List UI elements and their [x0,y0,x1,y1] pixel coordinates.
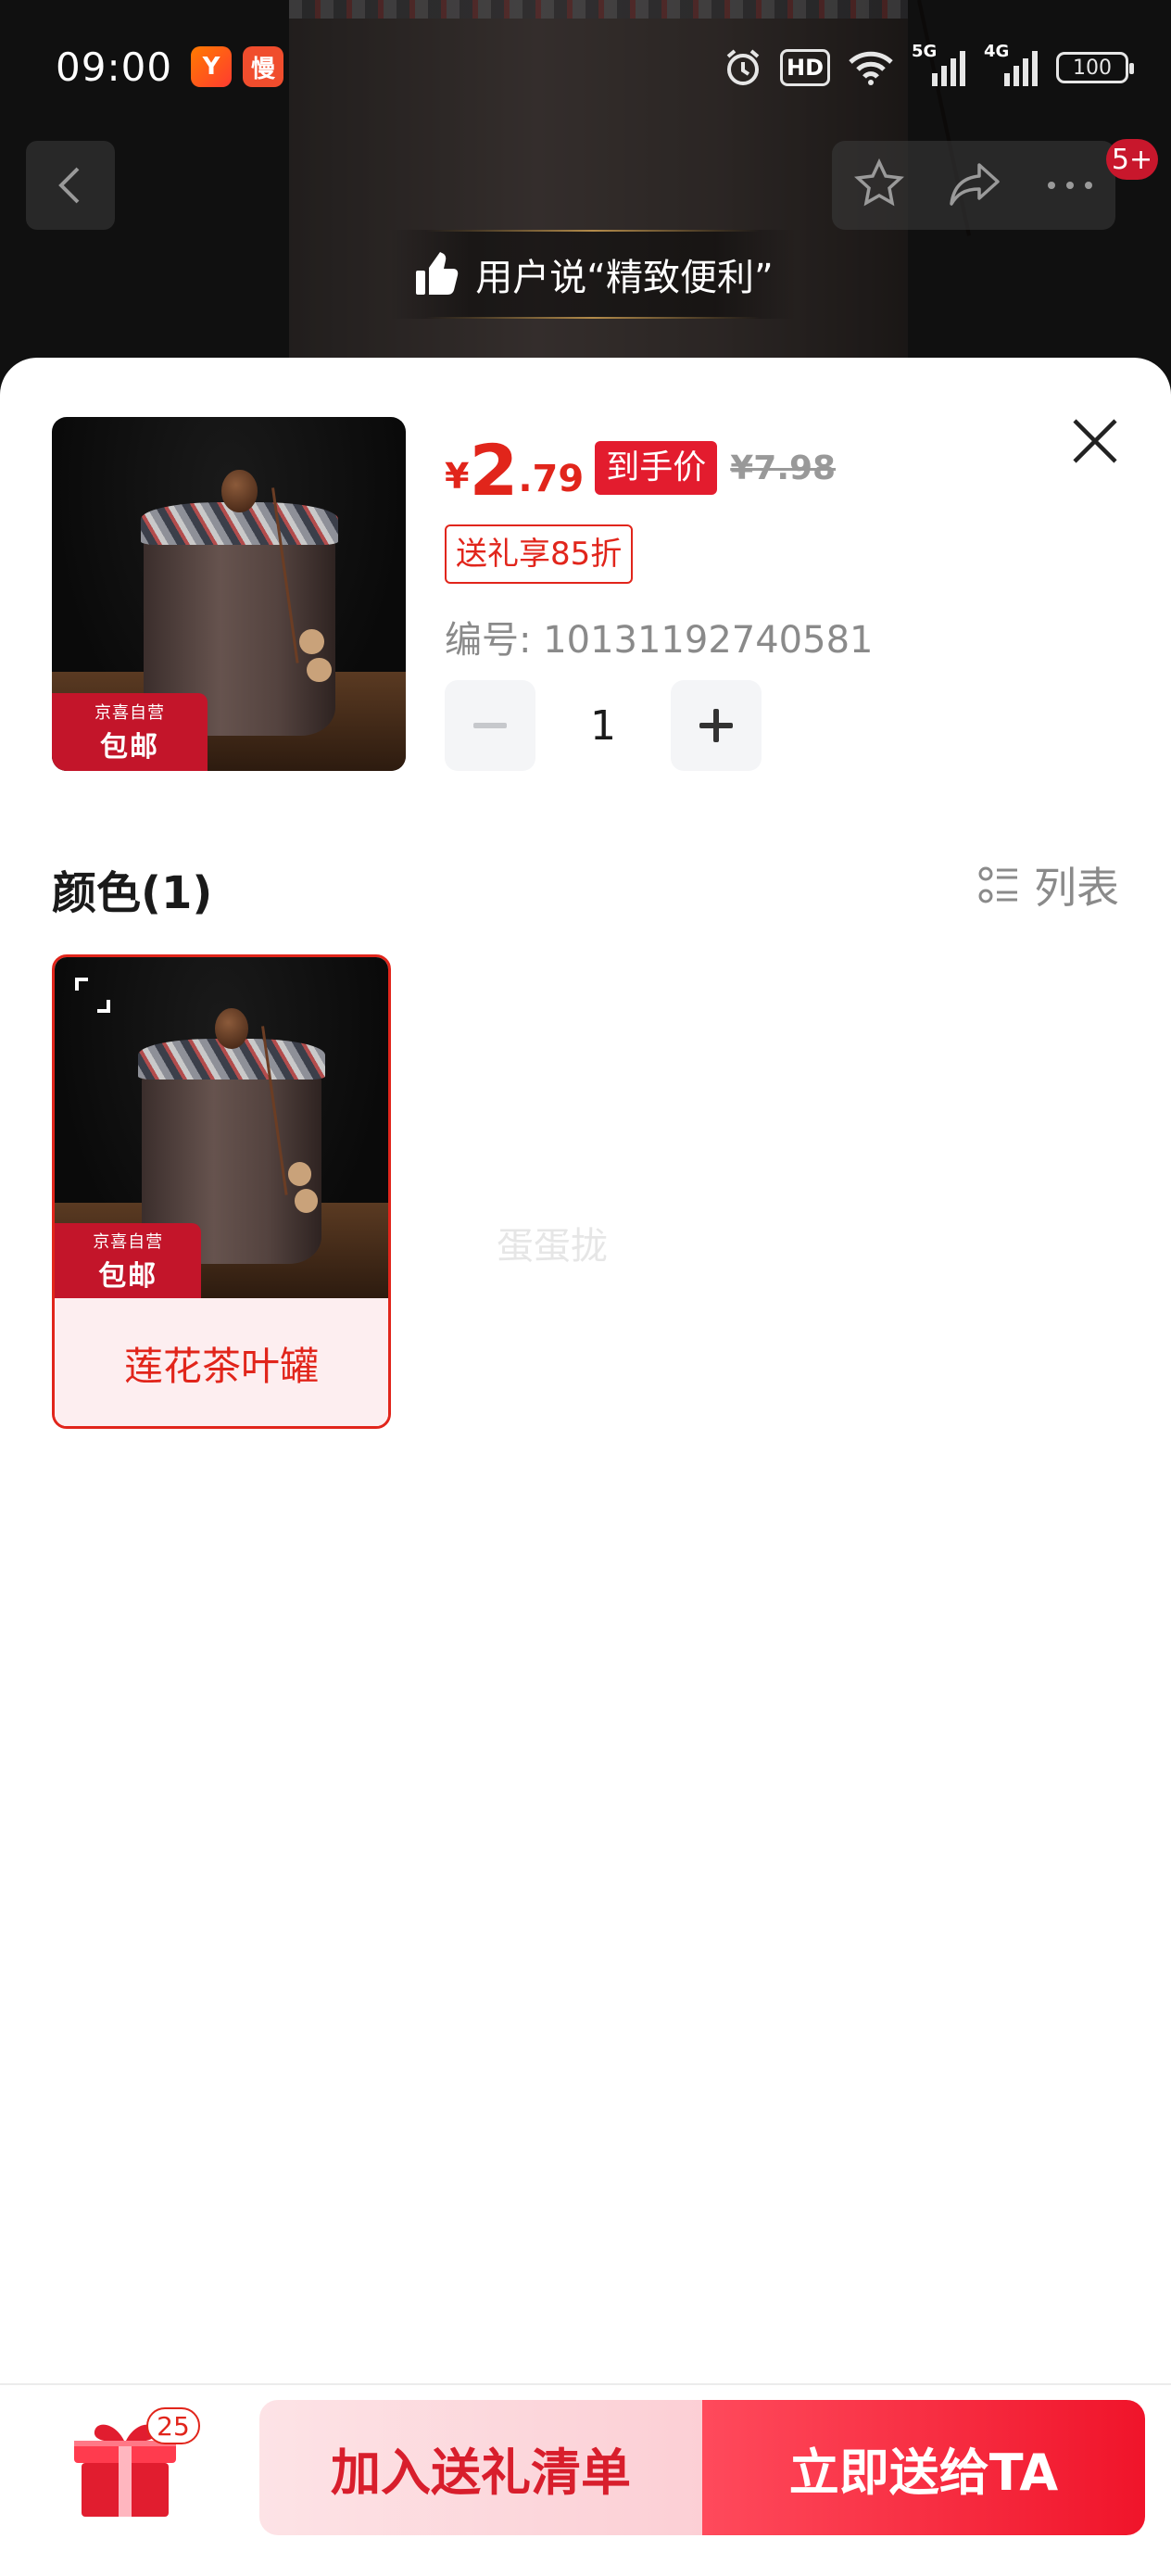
status-bar: 09:00 Y 慢 HD 5G 4G 100 [0,0,1171,137]
sku-selection-sheet: 京喜自营 包邮 ¥ 2 .79 到手价 ¥7.98 送礼享85折 编号: 101… [0,358,1171,2576]
jar-knob [214,1008,248,1050]
list-icon [978,866,1017,903]
color-section-title: 颜色(1) [52,867,213,919]
share-button[interactable] [948,159,1003,211]
add-to-gift-list-button[interactable]: 加入送礼清单 [259,2400,702,2535]
price-integer: 2 [469,429,519,511]
thumbs-up-icon [416,252,459,295]
hd-icon: HD [779,49,830,86]
jar-bead [299,629,325,654]
back-button[interactable] [26,141,115,230]
signal-4g-icon: 4G [984,42,1039,88]
chevron-left-icon [58,167,80,204]
notification-app-icon: Y [191,46,232,87]
free-shipping-tag-line2: 包邮 [98,1259,158,1293]
share-icon [950,163,1000,206]
free-shipping-tag: 京喜自营 包邮 [52,692,208,771]
star-icon [854,158,904,207]
praise-text: 用户说“精致便利” [475,257,774,299]
alarm-icon [726,49,760,85]
more-button[interactable] [1046,177,1094,195]
decrease-button[interactable] [445,680,535,771]
top-action-group [832,141,1115,230]
color-option-lotus-tea-jar[interactable]: 京喜自营 包邮 莲花茶叶罐 [52,954,391,1429]
quantity-stepper: 1 [445,680,762,771]
price-currency: ¥ [445,456,470,497]
jar-bead [288,1161,312,1186]
battery-level: 100 [1073,56,1112,80]
notification-app-icon-2: 慢 [243,46,283,87]
close-button[interactable] [1065,411,1125,471]
praise-banner: 用户说“精致便利” [389,230,797,319]
free-shipping-tag: 京喜自营 包邮 [55,1223,202,1298]
list-toggle-label: 列表 [1034,863,1119,913]
minus-icon [473,723,507,728]
jar-knob [221,470,258,513]
close-icon [1073,419,1117,463]
watermark: 蛋蛋拢 [497,1225,608,1268]
more-dots-icon [1048,181,1092,189]
plus-icon [699,709,733,742]
free-shipping-tag-line2: 包邮 [100,730,160,764]
signal-5g-icon: 5G [912,42,967,88]
message-badge: 5+ [1106,139,1158,180]
battery-icon: 100 [1056,52,1134,83]
quantity-value[interactable]: 1 [535,702,671,750]
free-shipping-tag-line1: 京喜自营 [94,702,166,723]
gift-discount-badge: 送礼享85折 [445,524,634,584]
send-now-button[interactable]: 立即送给TA [702,2400,1145,2535]
final-price-tag: 到手价 [595,441,718,495]
price-decimal: .79 [518,458,585,500]
background-product-page: 09:00 Y 慢 HD 5G 4G 100 5+ 用户说“精致便利” [0,0,1171,389]
status-time: 09:00 [56,44,173,90]
bottom-action-bar: 25 加入送礼清单 立即送给TA [0,2383,1171,2576]
wifi-icon [849,51,893,85]
option-label: 莲花茶叶罐 [55,1298,388,1426]
price-row: ¥ 2 .79 到手价 ¥7.98 [445,432,836,506]
product-thumbnail[interactable]: 京喜自营 包邮 [52,417,406,771]
favorite-button[interactable] [853,158,905,213]
sku-number: 编号: 10131192740581 [445,619,874,662]
increase-button[interactable] [671,680,762,771]
original-price: ¥7.98 [730,449,837,487]
free-shipping-tag-line1: 京喜自营 [93,1231,164,1252]
status-icons: HD 5G 4G 100 [723,42,1134,91]
jar-bead-2 [307,657,332,683]
list-view-toggle[interactable]: 列表 [976,854,1119,915]
gift-count-badge: 25 [146,2407,200,2444]
expand-icon[interactable] [73,976,112,1015]
